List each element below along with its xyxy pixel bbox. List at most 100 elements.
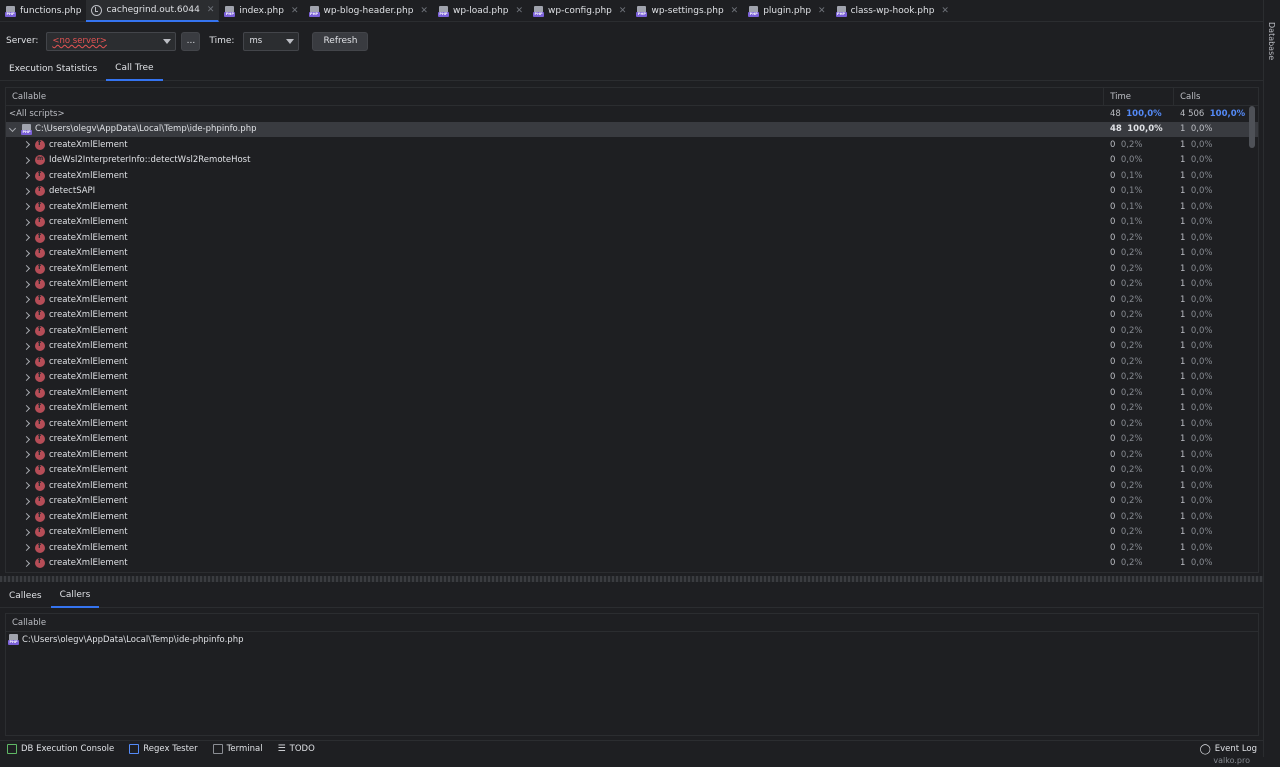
chevron-down-icon[interactable]: [8, 125, 17, 134]
call-tree-row[interactable]: createXmlElement 0 0,2% 1 0,0%: [6, 416, 1258, 432]
close-icon[interactable]: ✕: [420, 6, 428, 16]
call-tree-table[interactable]: Callable Time Calls <All scripts> 48 100…: [5, 87, 1259, 573]
chevron-right-icon[interactable]: [22, 559, 31, 568]
call-tree-row[interactable]: createXmlElement 0 0,2% 1 0,0%: [6, 556, 1258, 572]
event-log-button[interactable]: ◯ Event Log: [1200, 744, 1257, 755]
call-tree-row[interactable]: IdeWsl2InterpreterInfo::detectWsl2Remote…: [6, 153, 1258, 169]
all-scripts-row[interactable]: <All scripts> 48 100,0% 4 506 100,0%: [6, 106, 1258, 122]
close-icon[interactable]: ✕: [619, 6, 627, 16]
column-time[interactable]: Time: [1104, 88, 1175, 105]
editor-tab[interactable]: cachegrind.out.6044 ✕: [86, 0, 220, 22]
call-tree-row[interactable]: createXmlElement 0 0,2% 1 0,0%: [6, 246, 1258, 262]
close-icon[interactable]: ✕: [818, 6, 826, 16]
panel-splitter[interactable]: [0, 576, 1263, 582]
close-icon[interactable]: ✕: [207, 5, 215, 15]
call-tree-row[interactable]: createXmlElement 0 0,2% 1 0,0%: [6, 509, 1258, 525]
editor-tab[interactable]: PHP index.php ✕: [219, 0, 303, 22]
call-tree-row[interactable]: createXmlElement 0 0,2% 1 0,0%: [6, 292, 1258, 308]
column-calls[interactable]: Calls: [1174, 88, 1258, 105]
chevron-right-icon[interactable]: [22, 512, 31, 521]
chevron-right-icon[interactable]: [22, 435, 31, 444]
tab-callees[interactable]: Callees: [0, 584, 51, 608]
chevron-right-icon[interactable]: [22, 295, 31, 304]
chevron-right-icon[interactable]: [22, 233, 31, 242]
call-tree-row[interactable]: createXmlElement 0 0,2% 1 0,0%: [6, 308, 1258, 324]
root-script-row[interactable]: PHP C:\Users\olegv\AppData\Local\Temp\id…: [6, 121, 1258, 137]
chevron-right-icon[interactable]: [22, 140, 31, 149]
column-callable[interactable]: Callable: [6, 88, 1105, 105]
vcs-branch-label[interactable]: valko.pro: [1213, 756, 1250, 765]
chevron-right-icon[interactable]: [22, 218, 31, 227]
chevron-right-icon[interactable]: [22, 528, 31, 537]
call-tree-row[interactable]: createXmlElement 0 0,1% 1 0,0%: [6, 199, 1258, 215]
editor-tab[interactable]: PHP wp-settings.php ✕: [631, 0, 743, 22]
chevron-right-icon[interactable]: [22, 450, 31, 459]
regex-tester-button[interactable]: Regex Tester: [129, 744, 198, 754]
tab-execution-statistics[interactable]: Execution Statistics: [0, 57, 106, 81]
chevron-right-icon[interactable]: [22, 326, 31, 335]
chevron-right-icon[interactable]: [22, 543, 31, 552]
terminal-button[interactable]: Terminal: [212, 744, 263, 754]
database-tool-button[interactable]: Database: [1267, 22, 1276, 60]
chevron-right-icon[interactable]: [22, 264, 31, 273]
caller-row[interactable]: PHP C:\Users\olegv\AppData\Local\Temp\id…: [6, 632, 1258, 648]
todo-button[interactable]: ☰ TODO: [278, 744, 315, 754]
call-tree-row[interactable]: createXmlElement 0 0,2% 1 0,0%: [6, 354, 1258, 370]
call-tree-row[interactable]: createXmlElement 0 0,2% 1 0,0%: [6, 137, 1258, 153]
editor-tab[interactable]: PHP functions.php: [0, 0, 86, 22]
editor-tab[interactable]: PHP wp-blog-header.php ✕: [304, 0, 433, 22]
callers-table[interactable]: Callable PHP C:\Users\olegv\AppData\Loca…: [5, 613, 1259, 736]
close-icon[interactable]: ✕: [731, 6, 739, 16]
chevron-right-icon[interactable]: [22, 466, 31, 475]
chevron-right-icon[interactable]: [22, 156, 31, 165]
editor-tab[interactable]: PHP plugin.php ✕: [743, 0, 830, 22]
editor-tab[interactable]: PHP wp-config.php ✕: [528, 0, 631, 22]
call-tree-row[interactable]: createXmlElement 0 0,2% 1 0,0%: [6, 525, 1258, 541]
vertical-scrollbar[interactable]: [1249, 106, 1255, 148]
chevron-right-icon[interactable]: [22, 404, 31, 413]
db-execution-console-button[interactable]: DB Execution Console: [7, 744, 114, 754]
chevron-right-icon[interactable]: [22, 311, 31, 320]
call-tree-row[interactable]: createXmlElement 0 0,2% 1 0,0%: [6, 478, 1258, 494]
close-icon[interactable]: ✕: [516, 6, 524, 16]
browse-server-button[interactable]: ...: [181, 31, 201, 51]
call-tree-row[interactable]: createXmlElement 0 0,1% 1 0,0%: [6, 215, 1258, 231]
call-tree-row[interactable]: createXmlElement 0 0,2% 1 0,0%: [6, 401, 1258, 417]
chevron-right-icon[interactable]: [22, 342, 31, 351]
chevron-right-icon[interactable]: [22, 373, 31, 382]
chevron-right-icon[interactable]: [22, 249, 31, 258]
call-tree-row[interactable]: createXmlElement 0 0,2% 1 0,0%: [6, 432, 1258, 448]
call-tree-row[interactable]: createXmlElement 0 0,2% 1 0,0%: [6, 339, 1258, 355]
call-tree-row[interactable]: createXmlElement 0 0,2% 1 0,0%: [6, 447, 1258, 463]
tab-call-tree[interactable]: Call Tree: [106, 57, 163, 81]
call-tree-row[interactable]: detectSAPI 0 0,1% 1 0,0%: [6, 184, 1258, 200]
chevron-right-icon[interactable]: [22, 187, 31, 196]
call-tree-row[interactable]: createXmlElement 0 0,2% 1 0,0%: [6, 277, 1258, 293]
server-select[interactable]: <no server>: [46, 31, 177, 51]
editor-tab[interactable]: PHP class-wp-hook.php ✕: [831, 0, 954, 22]
chevron-right-icon[interactable]: [22, 388, 31, 397]
chevron-right-icon[interactable]: [22, 497, 31, 506]
call-tree-row[interactable]: createXmlElement 0 0,2% 1 0,0%: [6, 261, 1258, 277]
chevron-right-icon[interactable]: [22, 357, 31, 366]
call-tree-row[interactable]: createXmlElement 0 0,2% 1 0,0%: [6, 385, 1258, 401]
close-icon[interactable]: ✕: [291, 6, 299, 16]
call-tree-row[interactable]: createXmlElement 0 0,2% 1 0,0%: [6, 494, 1258, 510]
chevron-right-icon[interactable]: [22, 419, 31, 428]
chevron-right-icon[interactable]: [22, 481, 31, 490]
call-tree-row[interactable]: createXmlElement 0 0,1% 1 0,0%: [6, 168, 1258, 184]
time-unit-select[interactable]: ms: [243, 31, 300, 51]
call-tree-row[interactable]: createXmlElement 0 0,2% 1 0,0%: [6, 540, 1258, 556]
call-tree-row[interactable]: createXmlElement 0 0,2% 1 0,0%: [6, 230, 1258, 246]
editor-tab[interactable]: PHP wp-load.php ✕: [433, 0, 528, 22]
tab-callers[interactable]: Callers: [50, 584, 100, 608]
close-icon[interactable]: ✕: [941, 6, 949, 16]
chevron-right-icon[interactable]: [22, 202, 31, 211]
call-tree-row[interactable]: createXmlElement 0 0,2% 1 0,0%: [6, 323, 1258, 339]
refresh-button[interactable]: Refresh: [312, 31, 369, 51]
column-callable[interactable]: Callable: [6, 614, 1258, 631]
call-tree-row[interactable]: createXmlElement 0 0,2% 1 0,0%: [6, 370, 1258, 386]
chevron-right-icon[interactable]: [22, 280, 31, 289]
chevron-right-icon[interactable]: [22, 171, 31, 180]
call-tree-row[interactable]: createXmlElement 0 0,2% 1 0,0%: [6, 463, 1258, 479]
